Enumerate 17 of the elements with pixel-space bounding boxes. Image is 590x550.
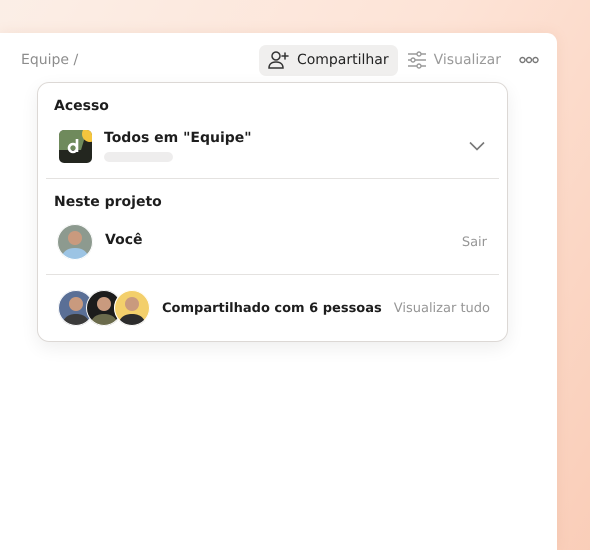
sliders-icon xyxy=(406,51,427,69)
avatar xyxy=(114,290,150,326)
chevron-icon[interactable] xyxy=(469,141,485,151)
add-person-icon xyxy=(268,50,290,70)
leave-link[interactable]: Sair xyxy=(462,234,487,250)
more-icon[interactable] xyxy=(519,56,539,64)
breadcrumb[interactable]: Equipe / xyxy=(21,52,259,68)
member-name: Você xyxy=(105,232,144,250)
section-title: Acesso xyxy=(53,97,110,114)
section-title: Neste projeto xyxy=(53,193,163,210)
share-button[interactable]: Compartilhar xyxy=(258,44,398,76)
group-name: Todos em "Equipe" xyxy=(104,130,253,146)
view-button[interactable]: Visualizar xyxy=(398,44,510,76)
team-logo-icon xyxy=(59,130,92,162)
shared-summary: Compartilhado com 6 pessoas xyxy=(162,300,382,316)
view-all-link[interactable]: Visualizar tudo xyxy=(394,300,490,316)
avatar xyxy=(57,224,93,260)
